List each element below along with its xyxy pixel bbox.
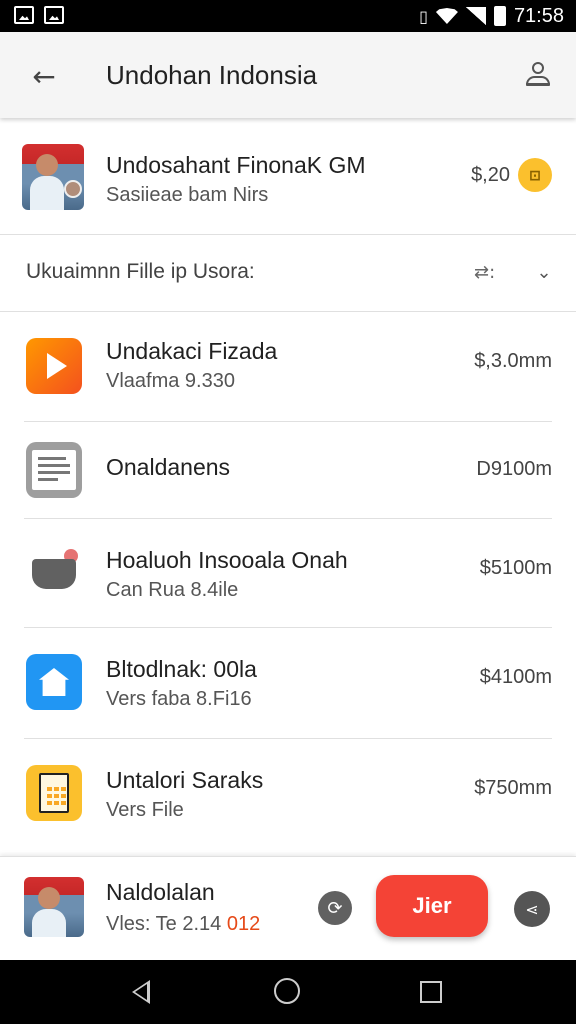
item-price: $4100m [479, 666, 552, 688]
play-icon [26, 338, 82, 394]
player-title: Naldolalan [106, 879, 215, 905]
item-title: Onaldanens [106, 454, 231, 480]
list-item[interactable]: Untalori Saraks Vers File $750mm [0, 739, 576, 849]
app-bar: ← Undohan Indonsia [0, 32, 576, 118]
list-item[interactable]: Bltodlnak: 00la Vers faba 8.Fi16 $4100m [0, 628, 576, 738]
item-price: $750mm [474, 777, 552, 799]
header-price: $,20 [471, 164, 510, 186]
header-title: Undosahant FinonaK GM [106, 152, 366, 178]
sort-icon[interactable]: ⇄: [474, 262, 506, 284]
chevron-down-icon[interactable]: ⌄ [534, 262, 554, 283]
basket-icon [26, 541, 82, 597]
item-price: $,3.0mm [474, 350, 552, 372]
image-icon [14, 6, 34, 24]
home-icon [26, 654, 82, 710]
navigation-bar [0, 960, 576, 1024]
player-photo [24, 877, 84, 937]
nav-home-icon[interactable] [274, 978, 300, 1004]
header-item[interactable]: Undosahant FinonaK GM Sasiieae bam Nirs … [0, 118, 576, 234]
list-item[interactable]: Hoaluoh Insooala Onah Can Rua 8.4ile $51… [0, 519, 576, 627]
item-subtitle: Vlaafma 9.330 [106, 370, 235, 392]
photo-icon [44, 6, 64, 24]
player-subtitle-prefix: Vles: Te 2.14 [106, 913, 227, 935]
arrow-left-icon[interactable]: ← [22, 56, 66, 96]
vibrate-icon: ▯ [419, 6, 428, 26]
item-title: Hoaluoh Insooala Onah [106, 547, 348, 573]
signal-icon [465, 7, 486, 25]
item-subtitle: Vers File [106, 799, 184, 821]
join-button[interactable]: Jier [376, 875, 488, 937]
spreadsheet-icon [26, 765, 82, 821]
page-title: Undohan Indonsia [106, 60, 318, 90]
wifi-icon [435, 8, 458, 24]
section-label: Ukuaimnn Fille ip Usora: [26, 260, 255, 283]
header-photo [22, 144, 84, 210]
refresh-icon[interactable]: ⟳ [318, 891, 352, 925]
status-bar: ▯ 71:58 [0, 0, 576, 32]
nav-recents-icon[interactable] [420, 981, 442, 1003]
item-title: Bltodlnak: 00la [106, 656, 257, 682]
list-item[interactable]: Undakaci Fizada Vlaafma 9.330 $,3.0mm [0, 312, 576, 422]
coin-icon[interactable]: ⊡ [518, 158, 552, 192]
account-icon[interactable] [524, 58, 552, 94]
document-icon [26, 442, 82, 498]
header-subtitle: Sasiieae bam Nirs [106, 184, 269, 206]
bottom-player: Naldolalan Vles: Te 2.14 012 ⟳ Jier ⋖ [0, 856, 576, 960]
nav-back-icon[interactable] [128, 978, 156, 1006]
divider [0, 234, 576, 235]
player-subtitle: Vles: Te 2.14 012 [106, 913, 260, 936]
share-icon[interactable]: ⋖ [514, 891, 550, 927]
item-subtitle: Vers faba 8.Fi16 [106, 688, 252, 710]
battery-icon [493, 6, 506, 26]
item-subtitle: Can Rua 8.4ile [106, 579, 239, 601]
player-subtitle-highlight: 012 [226, 913, 261, 935]
list-item[interactable]: Onaldanens D9100m [0, 422, 576, 518]
item-price: D9100m [476, 458, 552, 480]
item-price: $5100m [479, 557, 552, 579]
item-title: Undakaci Fizada [106, 338, 278, 364]
item-title: Untalori Saraks [106, 767, 264, 793]
status-time: 71:58 [513, 4, 564, 27]
